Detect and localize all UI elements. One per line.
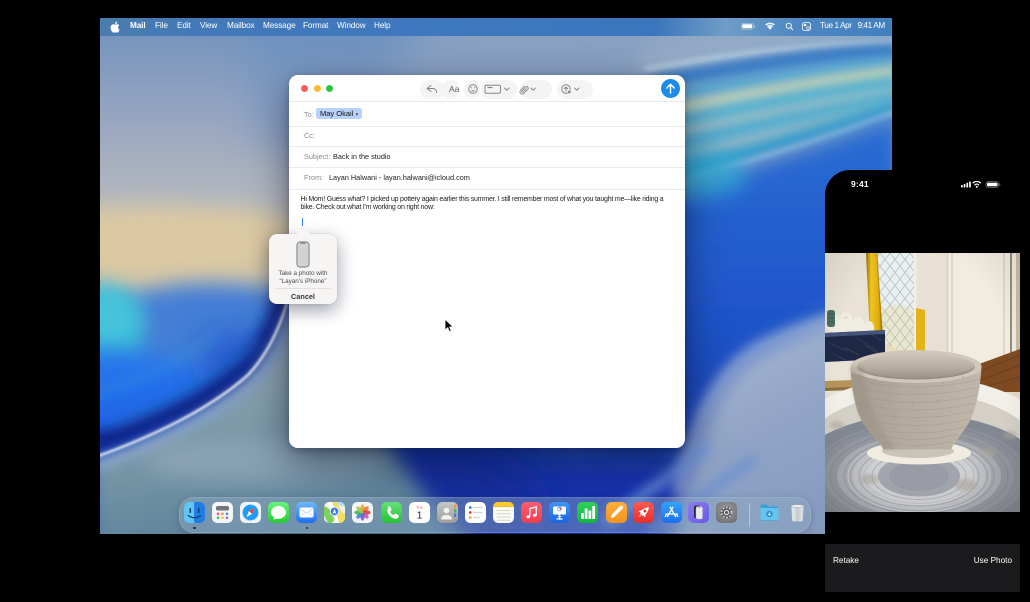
- svg-text:Aa: Aa: [449, 84, 460, 94]
- svg-text:Tue: Tue: [416, 504, 424, 509]
- svg-text:1: 1: [416, 510, 422, 521]
